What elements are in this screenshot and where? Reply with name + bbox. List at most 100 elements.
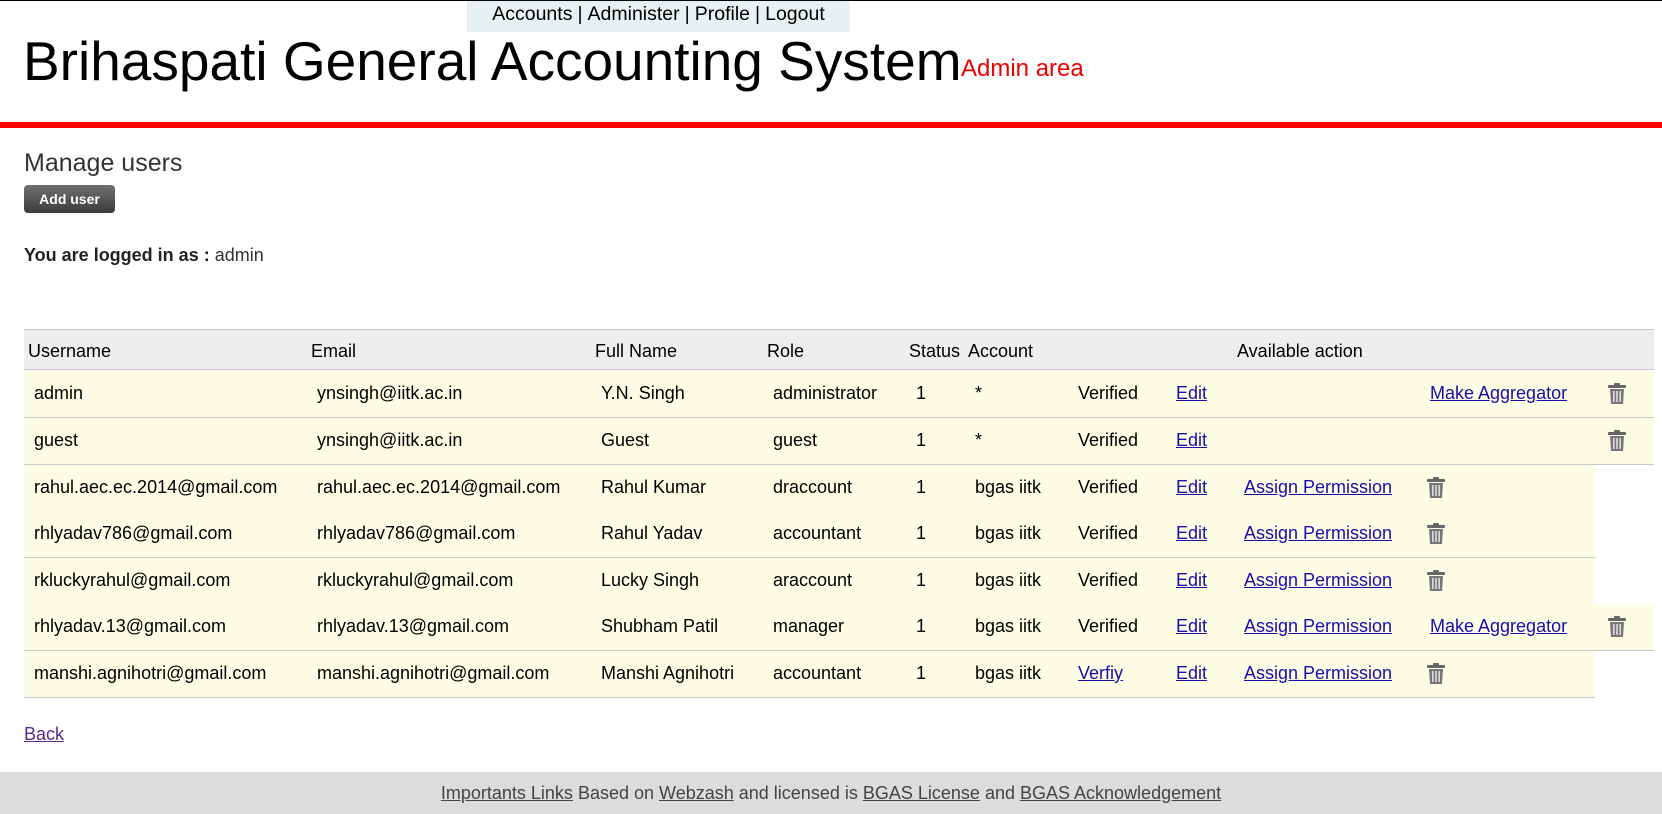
cell-username: rkluckyrahul@gmail.com [34, 570, 231, 590]
edit-link[interactable]: Edit [1176, 477, 1207, 498]
edit-link[interactable]: Edit [1176, 430, 1207, 451]
footer-text: and [984, 783, 1015, 803]
add-user-button[interactable]: Add user [24, 185, 115, 213]
verify-link[interactable]: Verfiy [1078, 663, 1123, 684]
top-navigation: Accounts | Administer | Profile | Logout [467, 1, 850, 32]
table-row: guest ynsingh@iitk.ac.in Guest guest 1 * Verif… [24, 418, 1654, 465]
header-username: Username [28, 341, 112, 361]
edit-link[interactable]: Edit [1176, 570, 1207, 591]
verification-status: Verified [1078, 430, 1139, 450]
verification-status: Verified [1078, 570, 1139, 590]
admin-area-label: Admin area [961, 55, 1084, 82]
footer-important-links[interactable]: Importants Links [441, 783, 573, 803]
footer-webzash-link[interactable]: Webzash [659, 783, 734, 803]
header-available-action: Available action [1237, 341, 1363, 361]
delete-trash-icon[interactable] [1426, 477, 1446, 499]
delete-trash-icon[interactable] [1607, 430, 1627, 452]
header-account: Account [968, 341, 1034, 361]
footer-text: Based on [577, 783, 655, 803]
verification-status: Verified [1078, 523, 1139, 543]
cell-account: * [975, 430, 983, 450]
cell-email: rhlyadav786@gmail.com [317, 523, 516, 543]
nav-separator: | [684, 3, 690, 25]
cell-role: administrator [773, 383, 878, 403]
assign-permission-link[interactable]: Assign Permission [1244, 570, 1392, 591]
site-title: Brihaspati General Accounting System [23, 30, 962, 92]
cell-full-name: Shubham Patil [601, 616, 719, 636]
make-aggregator-link[interactable]: Make Aggregator [1430, 616, 1567, 637]
nav-accounts[interactable]: Accounts [492, 3, 572, 25]
footer-license-link[interactable]: BGAS License [863, 783, 980, 803]
cell-username: manshi.agnihotri@gmail.com [34, 663, 267, 683]
nav-separator: | [755, 3, 761, 25]
cell-account: bgas iitk [975, 616, 1042, 636]
cell-email: rkluckyrahul@gmail.com [317, 570, 514, 590]
footer: Importants Links Based on Webzash and li… [0, 772, 1662, 814]
footer-acknowledgement-link[interactable]: BGAS Acknowledgement [1020, 783, 1221, 803]
cell-username: rhlyadav.13@gmail.com [34, 616, 227, 636]
assign-permission-link[interactable]: Assign Permission [1244, 616, 1392, 637]
cell-status: 1 [916, 477, 927, 497]
page-title: Manage users [24, 149, 183, 177]
delete-trash-icon[interactable] [1426, 570, 1446, 592]
verification-status: Verified [1078, 383, 1139, 403]
assign-permission-link[interactable]: Assign Permission [1244, 663, 1392, 684]
delete-trash-icon[interactable] [1607, 383, 1627, 405]
cell-full-name: Manshi Agnihotri [601, 663, 735, 683]
cell-status: 1 [916, 383, 927, 403]
cell-full-name: Lucky Singh [601, 570, 700, 590]
cell-status: 1 [916, 523, 927, 543]
header-full-name: Full Name [595, 341, 678, 361]
table-row: manshi.agnihotri@gmail.com manshi.agnihot… [24, 651, 1595, 698]
cell-email: rhlyadav.13@gmail.com [317, 616, 510, 636]
cell-account: bgas iitk [975, 663, 1042, 683]
table-row: rhlyadav786@gmail.com rhlyadav786@gmail.c… [24, 511, 1595, 558]
nav-profile[interactable]: Profile [695, 3, 750, 25]
cell-full-name: Rahul Kumar [601, 477, 707, 497]
delete-trash-icon[interactable] [1607, 616, 1627, 638]
logged-in-username: admin [214, 245, 264, 265]
table-row: rkluckyrahul@gmail.com rkluckyrahul@gmail… [24, 558, 1595, 605]
cell-role: accountant [773, 663, 862, 683]
cell-status: 1 [916, 570, 927, 590]
table-row: rhlyadav.13@gmail.com rhlyadav.13@gmail.c… [24, 604, 1654, 651]
login-info: You are logged in as : admin [24, 245, 264, 266]
edit-link[interactable]: Edit [1176, 616, 1207, 637]
cell-email: manshi.agnihotri@gmail.com [317, 663, 550, 683]
verification-status: Verified [1078, 616, 1139, 636]
cell-account: bgas iitk [975, 570, 1042, 590]
cell-username: admin [34, 383, 84, 403]
cell-account: * [975, 383, 983, 403]
assign-permission-link[interactable]: Assign Permission [1244, 477, 1392, 498]
cell-status: 1 [916, 663, 927, 683]
cell-email: rahul.aec.ec.2014@gmail.com [317, 477, 561, 497]
make-aggregator-link[interactable]: Make Aggregator [1430, 383, 1567, 404]
delete-trash-icon[interactable] [1426, 663, 1446, 685]
table-row: admin ynsingh@iitk.ac.in Y.N. Singh adminis… [24, 371, 1654, 418]
cell-role: guest [773, 430, 818, 450]
table-header: Username Email Full Name Role Status Acc… [24, 329, 1654, 370]
cell-role: draccount [773, 477, 853, 497]
cell-role: manager [773, 616, 845, 636]
delete-trash-icon[interactable] [1426, 523, 1446, 545]
table-row: rahul.aec.ec.2014@gmail.com rahul.aec.ec.… [24, 465, 1595, 512]
cell-role: accountant [773, 523, 862, 543]
back-link[interactable]: Back [24, 724, 64, 745]
edit-link[interactable]: Edit [1176, 663, 1207, 684]
cell-account: bgas iitk [975, 523, 1042, 543]
header-email: Email [311, 341, 357, 361]
nav-administer[interactable]: Administer [588, 3, 680, 25]
header-divider [0, 122, 1662, 128]
nav-logout[interactable]: Logout [765, 3, 825, 25]
cell-full-name: Y.N. Singh [601, 383, 685, 403]
login-label: You are logged in as : [24, 245, 210, 265]
edit-link[interactable]: Edit [1176, 523, 1207, 544]
cell-status: 1 [916, 616, 927, 636]
cell-email: ynsingh@iitk.ac.in [317, 430, 463, 450]
edit-link[interactable]: Edit [1176, 383, 1207, 404]
assign-permission-link[interactable]: Assign Permission [1244, 523, 1392, 544]
cell-role: araccount [773, 570, 853, 590]
cell-status: 1 [916, 430, 927, 450]
verification-status: Verified [1078, 477, 1139, 497]
header-role: Role [767, 341, 805, 361]
